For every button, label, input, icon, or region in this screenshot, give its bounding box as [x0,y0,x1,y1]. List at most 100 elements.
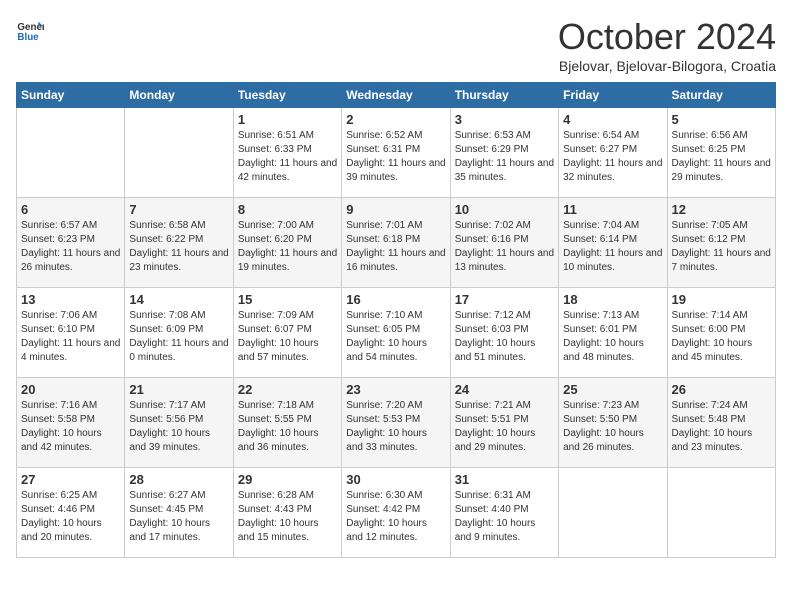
day-info: Sunrise: 6:52 AM Sunset: 6:31 PM Dayligh… [346,129,445,185]
day-number: 22 [238,382,337,397]
day-number: 28 [129,472,228,487]
calendar-cell: 16 Sunrise: 7:10 AM Sunset: 6:05 PM Dayl… [342,288,450,378]
day-info: Sunrise: 7:23 AM Sunset: 5:50 PM Dayligh… [563,399,662,455]
calendar-cell: 8 Sunrise: 7:00 AM Sunset: 6:20 PM Dayli… [233,198,341,288]
calendar-cell: 13 Sunrise: 7:06 AM Sunset: 6:10 PM Dayl… [17,288,125,378]
page-header: General Blue October 2024 Bjelovar, Bjel… [16,16,776,74]
day-info: Sunrise: 7:01 AM Sunset: 6:18 PM Dayligh… [346,219,445,275]
calendar-cell [17,108,125,198]
calendar-cell: 20 Sunrise: 7:16 AM Sunset: 5:58 PM Dayl… [17,378,125,468]
day-number: 17 [455,292,554,307]
calendar-cell: 5 Sunrise: 6:56 AM Sunset: 6:25 PM Dayli… [667,108,775,198]
day-number: 10 [455,202,554,217]
calendar-cell: 21 Sunrise: 7:17 AM Sunset: 5:56 PM Dayl… [125,378,233,468]
day-info: Sunrise: 7:21 AM Sunset: 5:51 PM Dayligh… [455,399,554,455]
day-info: Sunrise: 6:28 AM Sunset: 4:43 PM Dayligh… [238,489,337,545]
calendar-cell: 17 Sunrise: 7:12 AM Sunset: 6:03 PM Dayl… [450,288,558,378]
calendar-cell [667,468,775,558]
header-saturday: Saturday [667,83,775,108]
calendar-cell [559,468,667,558]
day-number: 7 [129,202,228,217]
day-info: Sunrise: 7:18 AM Sunset: 5:55 PM Dayligh… [238,399,337,455]
calendar-subtitle: Bjelovar, Bjelovar-Bilogora, Croatia [558,58,776,74]
day-info: Sunrise: 6:27 AM Sunset: 4:45 PM Dayligh… [129,489,228,545]
day-number: 18 [563,292,662,307]
day-info: Sunrise: 7:02 AM Sunset: 6:16 PM Dayligh… [455,219,554,275]
calendar-cell: 4 Sunrise: 6:54 AM Sunset: 6:27 PM Dayli… [559,108,667,198]
calendar-cell: 28 Sunrise: 6:27 AM Sunset: 4:45 PM Dayl… [125,468,233,558]
day-number: 9 [346,202,445,217]
day-number: 13 [21,292,120,307]
day-number: 14 [129,292,228,307]
calendar-cell: 12 Sunrise: 7:05 AM Sunset: 6:12 PM Dayl… [667,198,775,288]
logo-icon: General Blue [16,16,44,44]
day-info: Sunrise: 7:00 AM Sunset: 6:20 PM Dayligh… [238,219,337,275]
calendar-cell: 19 Sunrise: 7:14 AM Sunset: 6:00 PM Dayl… [667,288,775,378]
day-number: 23 [346,382,445,397]
day-number: 3 [455,112,554,127]
day-info: Sunrise: 7:04 AM Sunset: 6:14 PM Dayligh… [563,219,662,275]
day-number: 31 [455,472,554,487]
calendar-cell: 15 Sunrise: 7:09 AM Sunset: 6:07 PM Dayl… [233,288,341,378]
week-row-3: 13 Sunrise: 7:06 AM Sunset: 6:10 PM Dayl… [17,288,776,378]
svg-text:Blue: Blue [17,32,39,43]
calendar-cell: 6 Sunrise: 6:57 AM Sunset: 6:23 PM Dayli… [17,198,125,288]
day-info: Sunrise: 6:58 AM Sunset: 6:22 PM Dayligh… [129,219,228,275]
day-number: 4 [563,112,662,127]
header-friday: Friday [559,83,667,108]
header-wednesday: Wednesday [342,83,450,108]
calendar-cell: 10 Sunrise: 7:02 AM Sunset: 6:16 PM Dayl… [450,198,558,288]
week-row-1: 1 Sunrise: 6:51 AM Sunset: 6:33 PM Dayli… [17,108,776,198]
calendar-cell: 26 Sunrise: 7:24 AM Sunset: 5:48 PM Dayl… [667,378,775,468]
calendar-cell: 30 Sunrise: 6:30 AM Sunset: 4:42 PM Dayl… [342,468,450,558]
calendar-cell: 1 Sunrise: 6:51 AM Sunset: 6:33 PM Dayli… [233,108,341,198]
calendar-cell: 25 Sunrise: 7:23 AM Sunset: 5:50 PM Dayl… [559,378,667,468]
day-info: Sunrise: 6:54 AM Sunset: 6:27 PM Dayligh… [563,129,662,185]
day-info: Sunrise: 6:51 AM Sunset: 6:33 PM Dayligh… [238,129,337,185]
header-tuesday: Tuesday [233,83,341,108]
day-info: Sunrise: 6:57 AM Sunset: 6:23 PM Dayligh… [21,219,120,275]
day-number: 20 [21,382,120,397]
title-section: October 2024 Bjelovar, Bjelovar-Bilogora… [558,16,776,74]
calendar-title: October 2024 [558,16,776,58]
day-info: Sunrise: 6:53 AM Sunset: 6:29 PM Dayligh… [455,129,554,185]
day-info: Sunrise: 7:14 AM Sunset: 6:00 PM Dayligh… [672,309,771,365]
day-info: Sunrise: 7:06 AM Sunset: 6:10 PM Dayligh… [21,309,120,365]
day-number: 30 [346,472,445,487]
day-info: Sunrise: 6:30 AM Sunset: 4:42 PM Dayligh… [346,489,445,545]
calendar-cell [125,108,233,198]
calendar-cell: 31 Sunrise: 6:31 AM Sunset: 4:40 PM Dayl… [450,468,558,558]
day-info: Sunrise: 7:12 AM Sunset: 6:03 PM Dayligh… [455,309,554,365]
day-number: 12 [672,202,771,217]
day-info: Sunrise: 7:08 AM Sunset: 6:09 PM Dayligh… [129,309,228,365]
header-thursday: Thursday [450,83,558,108]
calendar-cell: 9 Sunrise: 7:01 AM Sunset: 6:18 PM Dayli… [342,198,450,288]
day-number: 26 [672,382,771,397]
header-monday: Monday [125,83,233,108]
calendar-cell: 27 Sunrise: 6:25 AM Sunset: 4:46 PM Dayl… [17,468,125,558]
logo: General Blue [16,16,44,44]
day-number: 24 [455,382,554,397]
calendar-cell: 22 Sunrise: 7:18 AM Sunset: 5:55 PM Dayl… [233,378,341,468]
day-info: Sunrise: 6:56 AM Sunset: 6:25 PM Dayligh… [672,129,771,185]
day-number: 21 [129,382,228,397]
week-row-5: 27 Sunrise: 6:25 AM Sunset: 4:46 PM Dayl… [17,468,776,558]
day-number: 8 [238,202,337,217]
day-number: 1 [238,112,337,127]
calendar-cell: 18 Sunrise: 7:13 AM Sunset: 6:01 PM Dayl… [559,288,667,378]
day-info: Sunrise: 7:20 AM Sunset: 5:53 PM Dayligh… [346,399,445,455]
day-number: 6 [21,202,120,217]
day-info: Sunrise: 7:09 AM Sunset: 6:07 PM Dayligh… [238,309,337,365]
day-number: 27 [21,472,120,487]
day-number: 15 [238,292,337,307]
calendar-cell: 7 Sunrise: 6:58 AM Sunset: 6:22 PM Dayli… [125,198,233,288]
day-info: Sunrise: 7:13 AM Sunset: 6:01 PM Dayligh… [563,309,662,365]
calendar-cell: 24 Sunrise: 7:21 AM Sunset: 5:51 PM Dayl… [450,378,558,468]
week-row-2: 6 Sunrise: 6:57 AM Sunset: 6:23 PM Dayli… [17,198,776,288]
day-info: Sunrise: 7:24 AM Sunset: 5:48 PM Dayligh… [672,399,771,455]
calendar-cell: 29 Sunrise: 6:28 AM Sunset: 4:43 PM Dayl… [233,468,341,558]
calendar-cell: 2 Sunrise: 6:52 AM Sunset: 6:31 PM Dayli… [342,108,450,198]
header-sunday: Sunday [17,83,125,108]
calendar-cell: 23 Sunrise: 7:20 AM Sunset: 5:53 PM Dayl… [342,378,450,468]
day-number: 11 [563,202,662,217]
